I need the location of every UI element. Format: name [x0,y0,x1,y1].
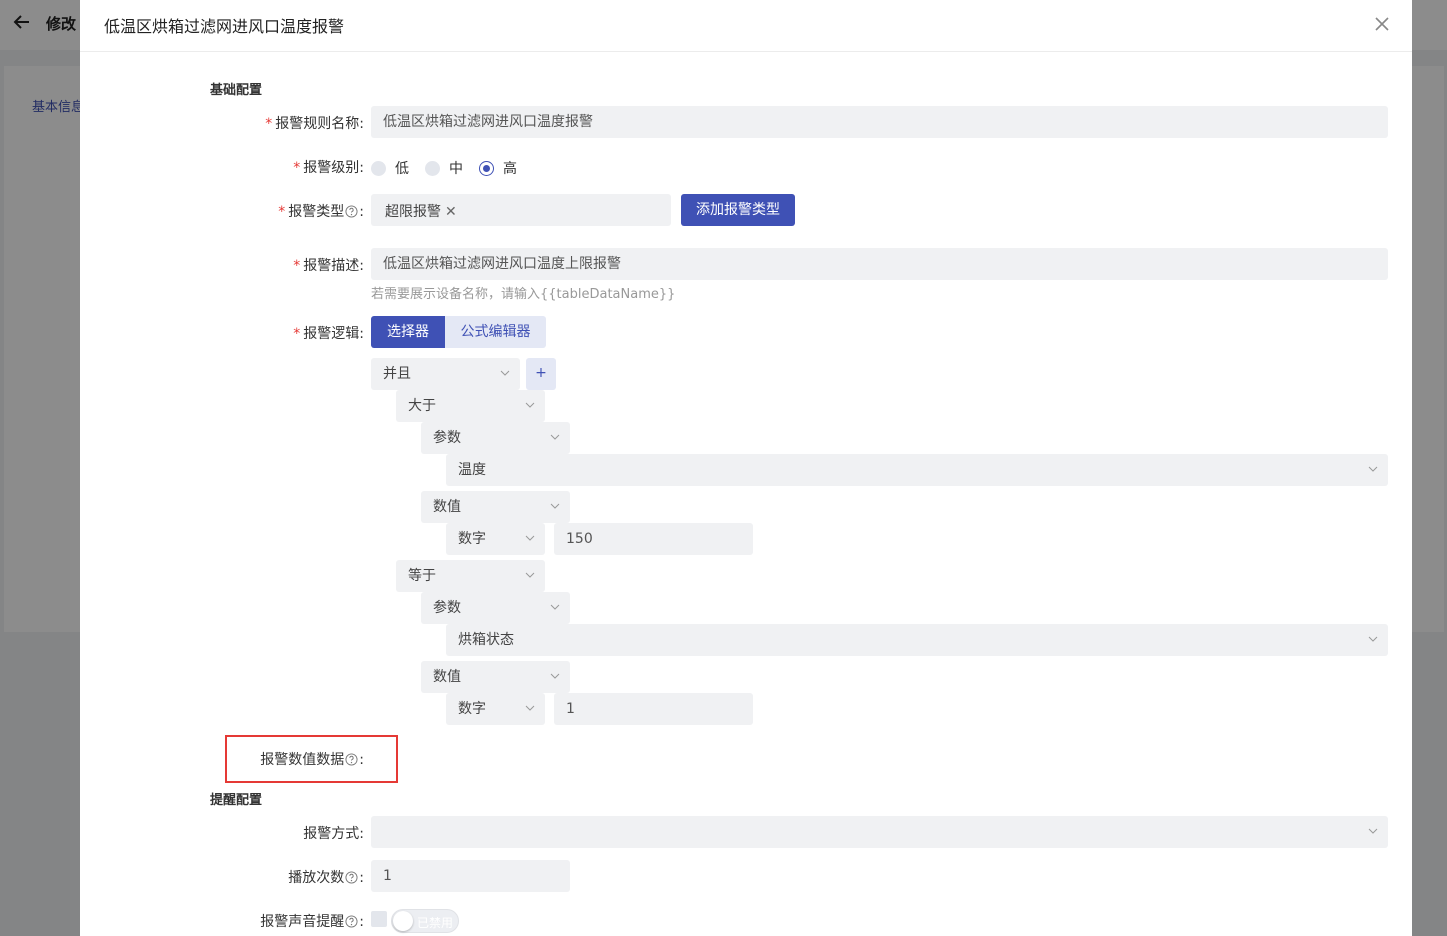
add-alarm-type-button[interactable]: 添加报警类型 [681,194,795,226]
add-condition-button[interactable]: + [526,358,556,390]
sound-reminder-toggle[interactable]: 已禁用 [391,909,459,933]
condition-right-type-select[interactable]: 数值 [421,661,570,693]
chevron-down-icon [550,503,560,509]
condition-left-type-select[interactable]: 参数 [421,592,570,624]
level-radio-high[interactable]: 高 [479,158,517,178]
chevron-down-icon [500,370,510,376]
modal-header: 低温区烘箱过滤网进风口温度报警 [80,0,1412,52]
play-count-input[interactable]: 1 [371,860,570,892]
level-radio-mid[interactable]: 中 [425,158,463,178]
condition-left-value-select[interactable]: 温度 [446,454,1388,486]
condition-operator-select[interactable]: 大于 [396,390,545,422]
tag-close-icon[interactable]: ✕ [445,204,457,220]
question-circle-icon[interactable] [345,753,358,766]
modal-title: 低温区烘箱过滤网进风口温度报警 [104,17,345,36]
condition-right-subtype-select[interactable]: 数字 [446,693,545,725]
chevron-down-icon [1368,636,1378,642]
type-label: * 报警类型: [278,204,364,220]
condition-right-subtype-select[interactable]: 数字 [446,523,545,555]
logic-label: * 报警逻辑: [293,326,364,342]
condition-right-value-input[interactable]: 1 [554,693,753,725]
play-count-label: 播放次数: [288,870,364,886]
rule-name-label: * 报警规则名称: [265,116,364,132]
chevron-down-icon [525,572,535,578]
chevron-down-icon [550,434,560,440]
tab-selector-mode[interactable]: 选择器 [371,316,445,348]
question-circle-icon[interactable] [345,205,358,218]
condition-right-type-select[interactable]: 数值 [421,491,570,523]
sound-reminder-label: 报警声音提醒: [260,914,364,930]
level-label: * 报警级别: [293,160,364,176]
section-title-basic: 基础配置 [210,83,263,98]
chevron-down-icon [525,535,535,541]
alarm-method-label: 报警方式: [303,826,364,842]
condition-right-value-input[interactable]: 150 [554,523,753,555]
close-icon[interactable] [1370,12,1394,36]
chevron-down-icon [1368,828,1378,834]
condition-left-value-select[interactable]: 烘箱状态 [446,624,1388,656]
chevron-down-icon [525,402,535,408]
alarm-rule-modal: 低温区烘箱过滤网进风口温度报警 基础配置 * 报警规则名称: 低温区烘箱过滤网进风… [80,0,1412,936]
description-hint: 若需要展示设备名称，请输入{{tableDataName}} [371,287,676,302]
level-radio-low[interactable]: 低 [371,158,409,178]
tab-formula-editor[interactable]: 公式编辑器 [445,316,546,348]
condition-left-type-select[interactable]: 参数 [421,422,570,454]
section-title-remind: 提醒配置 [210,793,263,808]
condition-operator-select[interactable]: 等于 [396,560,545,592]
chevron-down-icon [550,604,560,610]
chevron-down-icon [525,705,535,711]
chevron-down-icon [550,673,560,679]
chevron-down-icon [1368,466,1378,472]
question-circle-icon[interactable] [345,915,358,928]
description-label: * 报警描述: [293,258,364,274]
rule-name-input[interactable]: 低温区烘箱过滤网进风口温度报警 [371,106,1388,138]
alarm-method-select[interactable] [371,816,1388,848]
sound-reminder-checkbox[interactable] [371,911,387,927]
question-circle-icon[interactable] [345,871,358,884]
description-input[interactable]: 低温区烘箱过滤网进风口温度上限报警 [371,248,1388,280]
type-tag: 超限报警 ✕ [385,204,457,220]
root-operator-select[interactable]: 并且 [371,358,520,390]
value-data-label: 报警数值数据: [260,752,364,768]
